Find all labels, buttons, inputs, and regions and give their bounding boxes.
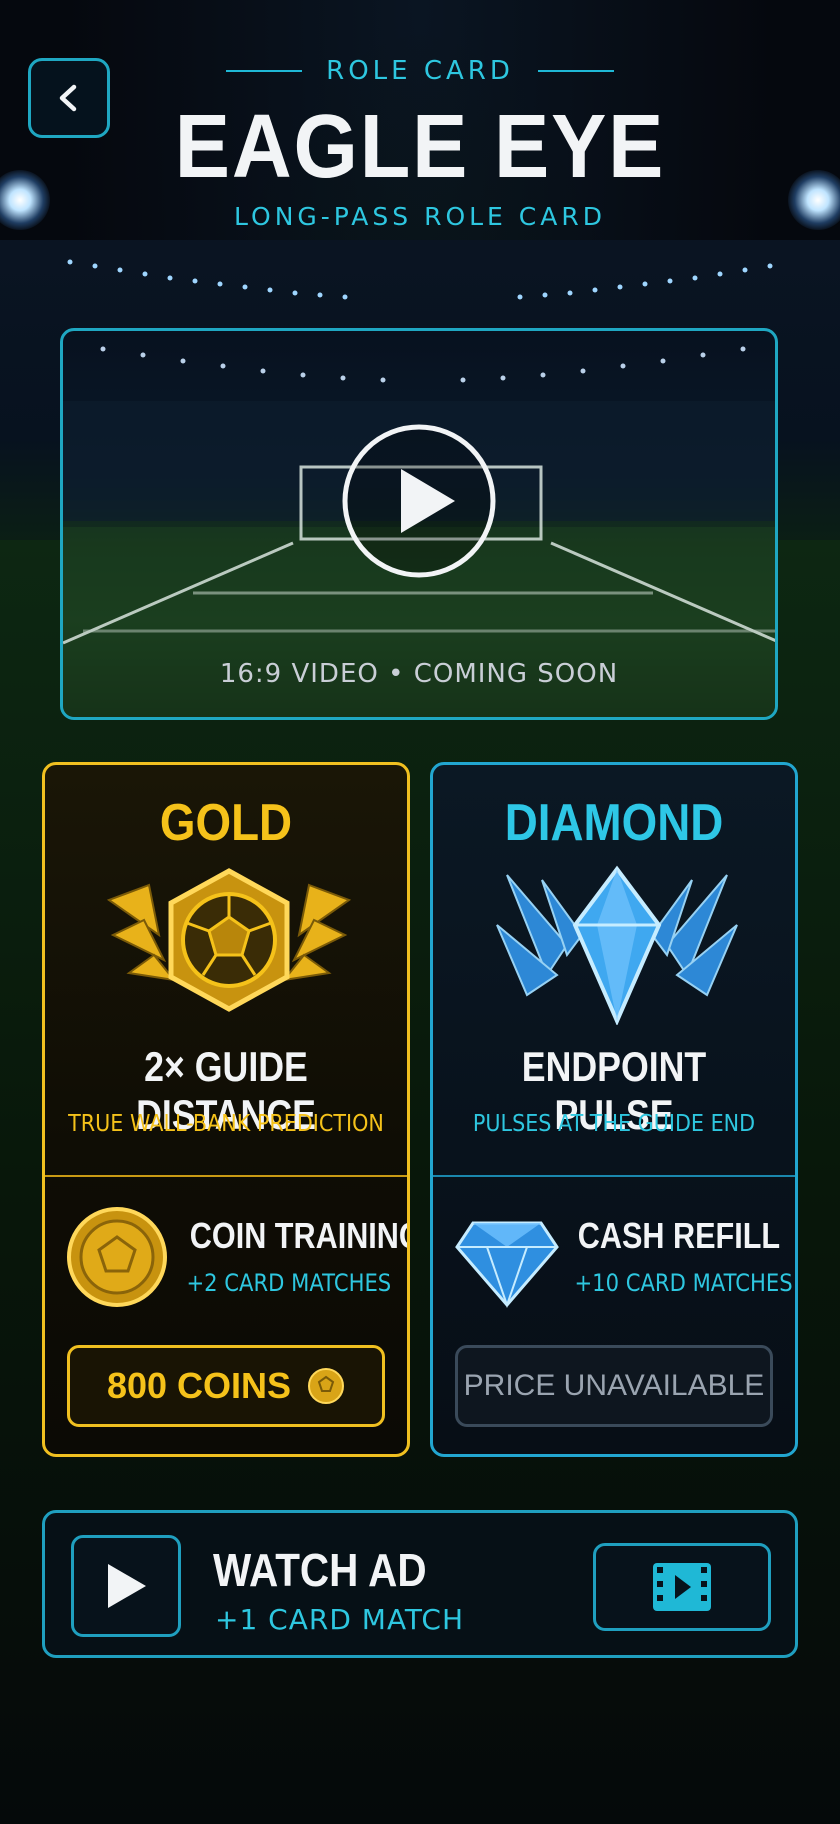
gold-offer-subtitle: +2 CARD MATCHES [186,1269,392,1297]
diamond-offer-title: CASH REFILL [577,1215,781,1256]
play-icon[interactable] [339,421,499,581]
watch-ad-play-button[interactable] [71,1535,181,1637]
gold-perk-subtitle: TRUE WALL-BANK PREDICTION [68,1111,384,1137]
gold-tier-card: GOLD 2× GUIDE DISTANCE TRUE WALL-BANK PR… [42,762,410,1457]
video-preview[interactable]: 16:9 VIDEO • COMING SOON [60,328,778,720]
watch-ad-panel[interactable]: WATCH AD +1 CARD MATCH [42,1510,798,1658]
page-title: EAGLE EYE [174,97,666,197]
watch-ad-subtitle: +1 CARD MATCH [215,1603,465,1636]
gold-card-divider [45,1175,407,1177]
diamond-card-divider [433,1175,795,1177]
video-film-icon [653,1563,711,1611]
diamond-tier-card: DIAMOND ENDPOINT PULSE PULSES AT THE GUI… [430,762,798,1457]
coin-icon [308,1368,345,1404]
price-unavailable-button: PRICE UNAVAILABLE [455,1345,773,1427]
header-eyebrow: ROLE CARD [0,56,840,86]
page-subtitle: LONG-PASS ROLE CARD [234,202,606,231]
buy-with-coins-button[interactable]: 800 COINS [67,1345,385,1427]
diamond-perk-subtitle: PULSES AT THE GUIDE END [472,1111,756,1137]
winged-diamond-emblem-icon [496,865,738,1025]
diamond-tier-title: DIAMOND [504,794,724,852]
eyebrow-rule-left [226,70,303,72]
gold-price-label: 800 COINS [106,1365,292,1406]
play-icon [108,1564,146,1608]
gold-offer-title: COIN TRAINING [189,1215,410,1256]
diamond-offer-subtitle: +10 CARD MATCHES [574,1269,793,1297]
gold-winged-ball-emblem-icon [106,868,352,1012]
gold-coin-icon [67,1207,167,1307]
watch-ad-title: WATCH AD [213,1544,427,1596]
gold-tier-title: GOLD [159,794,293,852]
watch-ad-button[interactable] [593,1543,771,1631]
eyebrow-rule-right [537,70,614,72]
diamond-price-label: PRICE UNAVAILABLE [463,1369,765,1402]
eyebrow-label: ROLE CARD [326,56,514,86]
diamond-gem-icon [455,1221,559,1309]
video-caption: 16:9 VIDEO • COMING SOON [219,659,619,689]
